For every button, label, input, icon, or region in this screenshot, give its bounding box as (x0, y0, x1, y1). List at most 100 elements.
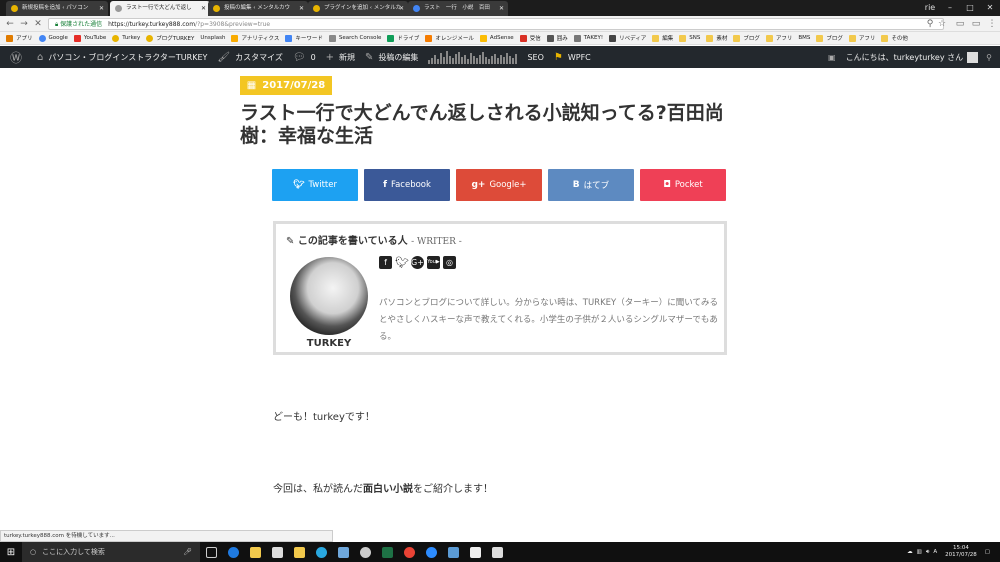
bookmark-item[interactable]: Search Console (328, 34, 381, 42)
bookmark-item[interactable]: TAKEY! (573, 34, 603, 42)
bookmark-item[interactable]: ドライブ (387, 34, 419, 42)
maximize-icon[interactable]: □ (960, 0, 980, 16)
browser-tab[interactable]: ラスト 一行 小説 百田 ✕ (408, 1, 508, 16)
browser-tab[interactable]: プラグインを追加 ‹ メンタルカ ✕ (308, 1, 408, 16)
menu-icon[interactable]: ⋮ (986, 18, 998, 30)
gmail-icon (519, 34, 527, 42)
app-icon[interactable] (354, 542, 376, 562)
wp-wpfc-link[interactable]: ⚑ WPFC (554, 52, 591, 63)
bookmark-item[interactable]: ブログTURKEY (146, 34, 194, 42)
camera-icon[interactable] (464, 542, 486, 562)
share-hatena-button[interactable]: B はてブ (548, 169, 634, 201)
app-icon[interactable] (332, 542, 354, 562)
google-plus-icon: g+ (471, 180, 486, 190)
taskbar-clock[interactable]: 15:04 2017/07/28 (945, 545, 977, 559)
bookmark-folder[interactable]: ブログ (733, 34, 760, 42)
bookmark-item[interactable]: YouTube (73, 34, 106, 42)
search-console-icon (328, 34, 336, 42)
bookmark-folder[interactable]: SNS (679, 34, 700, 42)
edge-icon[interactable] (222, 542, 244, 562)
instagram-icon[interactable]: ◎ (443, 256, 456, 269)
search-icon[interactable]: ⚲ (986, 53, 992, 62)
microphone-icon[interactable]: 🎤︎ (183, 548, 192, 556)
wordpress-logo-icon[interactable]: Ⓦ (10, 49, 27, 66)
bookmark-folder[interactable]: 素材 (706, 34, 727, 42)
wp-account-menu[interactable]: ▣ こんにちは、turkeyturkey さん ⚲ (828, 46, 992, 68)
twitter-icon[interactable]: 🐦︎ (395, 256, 409, 269)
bookmark-item[interactable]: Google (38, 34, 68, 42)
wp-seo-link[interactable]: SEO (527, 53, 543, 62)
chrome-icon[interactable] (398, 542, 420, 562)
bookmark-folder[interactable]: BMS (798, 35, 810, 41)
network-icon[interactable]: ▥ (917, 549, 922, 555)
url-input[interactable]: 🔒︎ 保護された通信 https://turkey.turkey888.com/… (48, 18, 944, 30)
notification-center-icon[interactable]: ▢ (985, 549, 990, 555)
wp-edit-post-link[interactable]: ✎ 投稿の編集 (365, 52, 418, 63)
zoom-app-icon[interactable] (420, 542, 442, 562)
bookmark-item[interactable]: アプリ (6, 34, 33, 42)
cloud-icon[interactable]: ☁ (907, 549, 913, 555)
tab-close-icon[interactable]: ✕ (99, 1, 104, 16)
bookmark-folder[interactable]: 編集 (652, 34, 673, 42)
bookmark-item[interactable]: Unsplash (200, 35, 225, 41)
bookmark-item[interactable]: Turkey (112, 34, 140, 42)
share-twitter-button[interactable]: 🐦︎ Twitter (272, 169, 358, 201)
extension-icon[interactable]: ▭ (970, 18, 982, 30)
store-icon[interactable] (266, 542, 288, 562)
bookmark-item[interactable]: 受信 (519, 34, 541, 42)
bookmark-folder[interactable]: アフリ (765, 34, 792, 42)
minimize-icon[interactable]: – (940, 0, 960, 16)
wordpress-favicon-icon (213, 5, 220, 12)
wp-new-link[interactable]: + 新規 (326, 52, 355, 63)
wp-comments-link[interactable]: 💬︎ 0 (293, 52, 316, 63)
tab-close-icon[interactable]: ✕ (299, 1, 304, 16)
notification-icon[interactable]: ▣ (828, 53, 836, 62)
volume-icon[interactable]: 🔊︎ (926, 549, 929, 556)
bookmark-item[interactable]: キーワード (285, 34, 323, 42)
tab-close-icon[interactable]: ✕ (499, 1, 504, 16)
zoom-icon[interactable]: ⚲ (924, 18, 936, 30)
home-icon: ⌂ (37, 51, 44, 63)
app-icon[interactable] (288, 542, 310, 562)
app-icon[interactable] (442, 542, 464, 562)
file-explorer-icon[interactable] (244, 542, 266, 562)
google-plus-icon[interactable]: G+ (411, 256, 424, 269)
browser-tab-active[interactable]: ラスト一行で大どんで返し ✕ (110, 1, 210, 16)
keyboard-icon[interactable]: A (933, 549, 937, 555)
task-view-icon[interactable] (200, 542, 222, 562)
forward-icon[interactable]: → (18, 18, 30, 30)
share-google-button[interactable]: g+ Google+ (456, 169, 542, 201)
windows-start-icon[interactable]: ⊞ (0, 542, 22, 562)
bookmark-folder[interactable]: アフリ (848, 34, 875, 42)
bookmark-item[interactable]: アナリティクス (231, 34, 279, 42)
bookmark-item[interactable]: 囲み (546, 34, 568, 42)
bookmark-item[interactable]: AdSense (479, 34, 514, 42)
extension-icon[interactable]: ▭ (954, 18, 966, 30)
facebook-icon[interactable]: f (379, 256, 392, 269)
close-window-icon[interactable]: ✕ (980, 0, 1000, 16)
bookmark-folder[interactable]: その他 (881, 34, 908, 42)
profile-label[interactable]: rie (920, 0, 940, 16)
bookmark-folder[interactable]: ブログ (816, 34, 843, 42)
excel-icon[interactable] (376, 542, 398, 562)
share-facebook-button[interactable]: f Facebook (364, 169, 450, 201)
rebedia-icon (609, 34, 617, 42)
wp-site-link[interactable]: ⌂ パソコン・ブログインストラクターTURKEY (37, 52, 207, 63)
tab-close-icon[interactable]: ✕ (201, 1, 206, 16)
wp-customize-link[interactable]: 🖌︎ カスタマイズ (217, 52, 282, 63)
taskbar-search-input[interactable]: ○ ここに入力して検索 🎤︎ (22, 542, 200, 562)
browser-tab[interactable]: 新規投稿を追加 ‹ パソコン ✕ (6, 1, 108, 16)
share-pocket-button[interactable]: ◘ Pocket (640, 169, 726, 201)
back-icon[interactable]: ← (4, 18, 16, 30)
bookmark-item[interactable]: リベディア (609, 34, 646, 42)
internet-explorer-icon[interactable] (310, 542, 332, 562)
browser-tab-bar: 新規投稿を追加 ‹ パソコン ✕ ラスト一行で大どんで返し ✕ 投稿の編集 ‹ メン… (0, 0, 1000, 16)
youtube-icon[interactable]: You▶ (427, 256, 440, 269)
stats-sparkline[interactable] (428, 50, 518, 64)
bookmark-star-icon[interactable]: ☆ (936, 18, 948, 30)
stop-loading-icon[interactable]: ✕ (32, 18, 44, 30)
bookmark-item[interactable]: オレンジメール (425, 34, 474, 42)
browser-tab[interactable]: 投稿の編集 ‹ メンタルカウ ✕ (208, 1, 308, 16)
tab-close-icon[interactable]: ✕ (399, 1, 404, 16)
app-icon[interactable] (486, 542, 508, 562)
